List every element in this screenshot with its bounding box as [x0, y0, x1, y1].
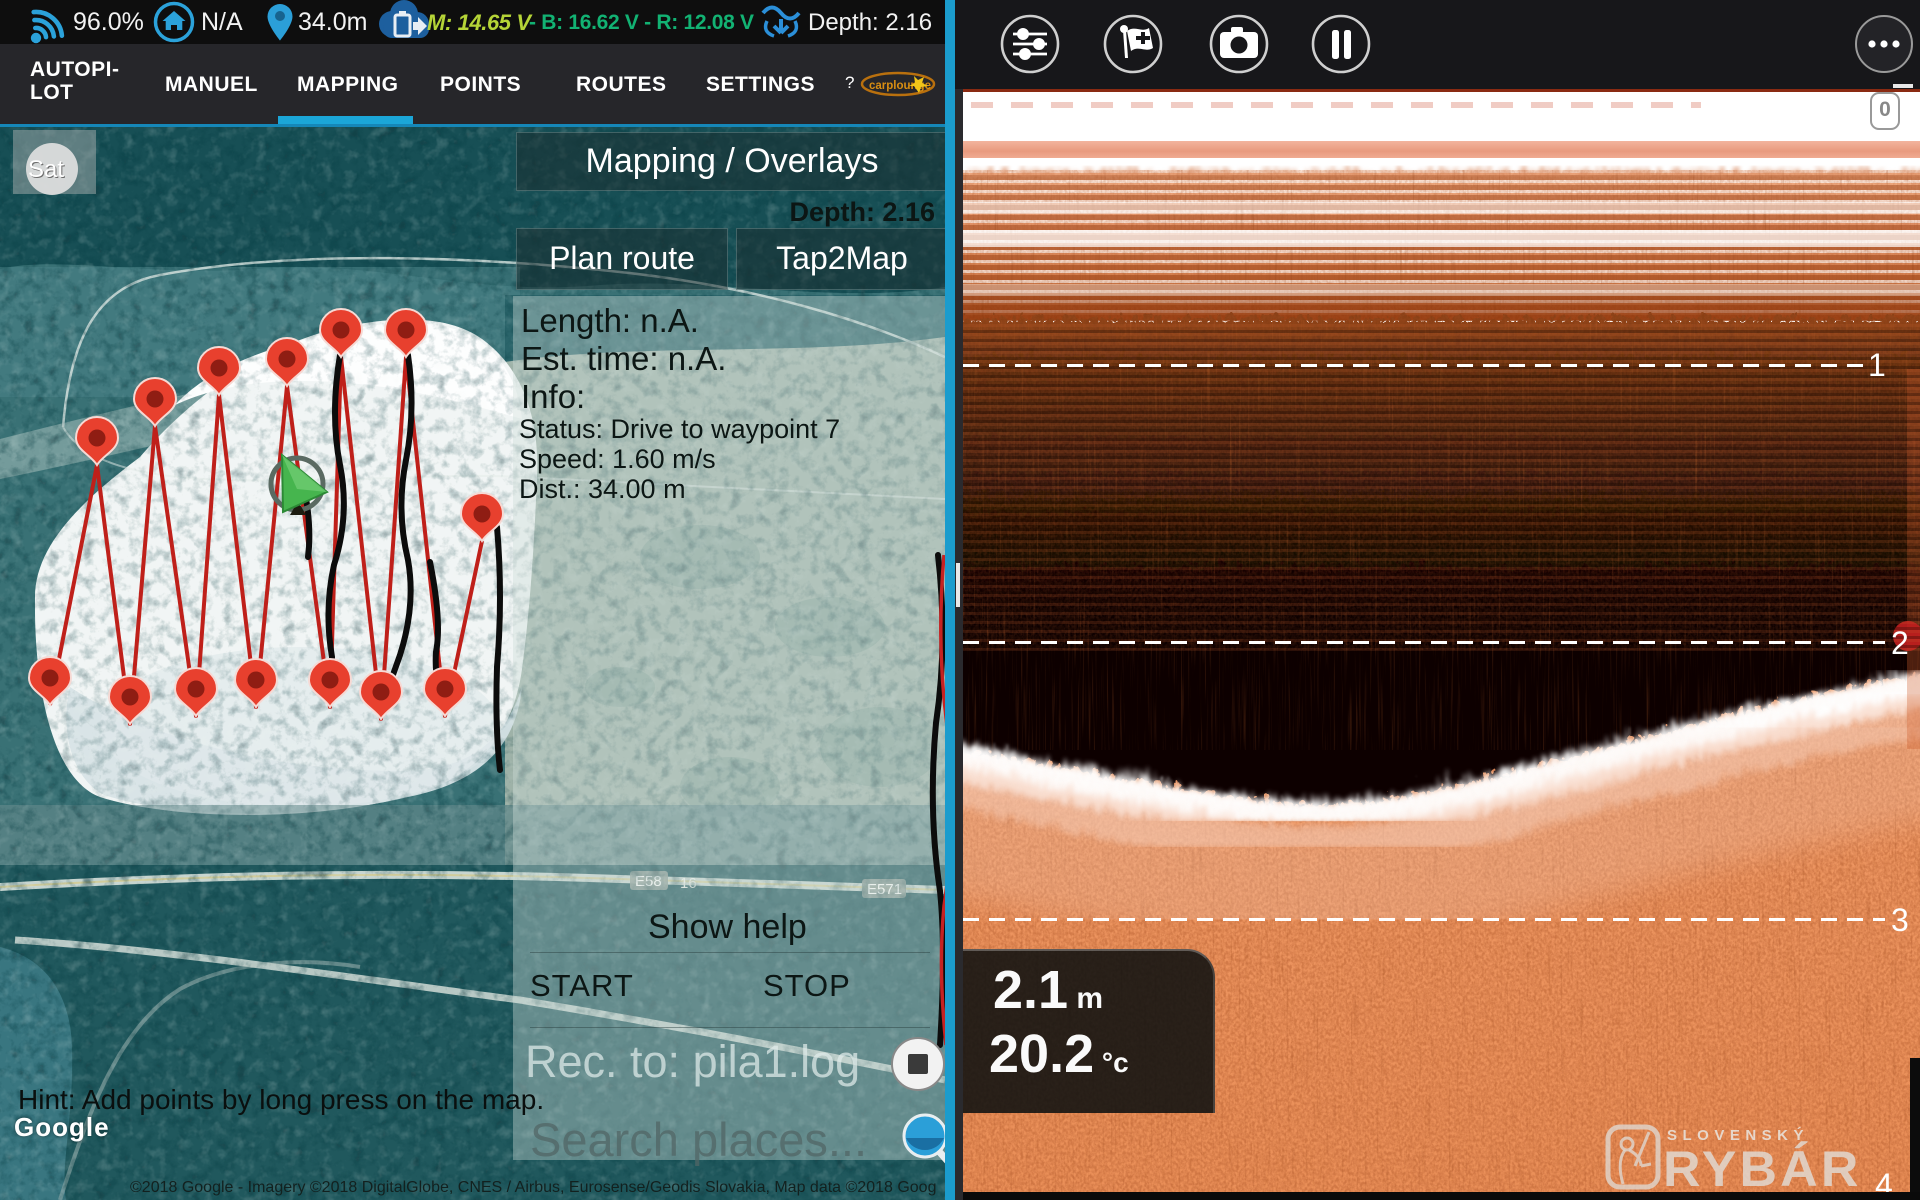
- svg-text:RYBÁR: RYBÁR: [1663, 1141, 1862, 1197]
- svg-text:Sat: Sat: [28, 156, 64, 183]
